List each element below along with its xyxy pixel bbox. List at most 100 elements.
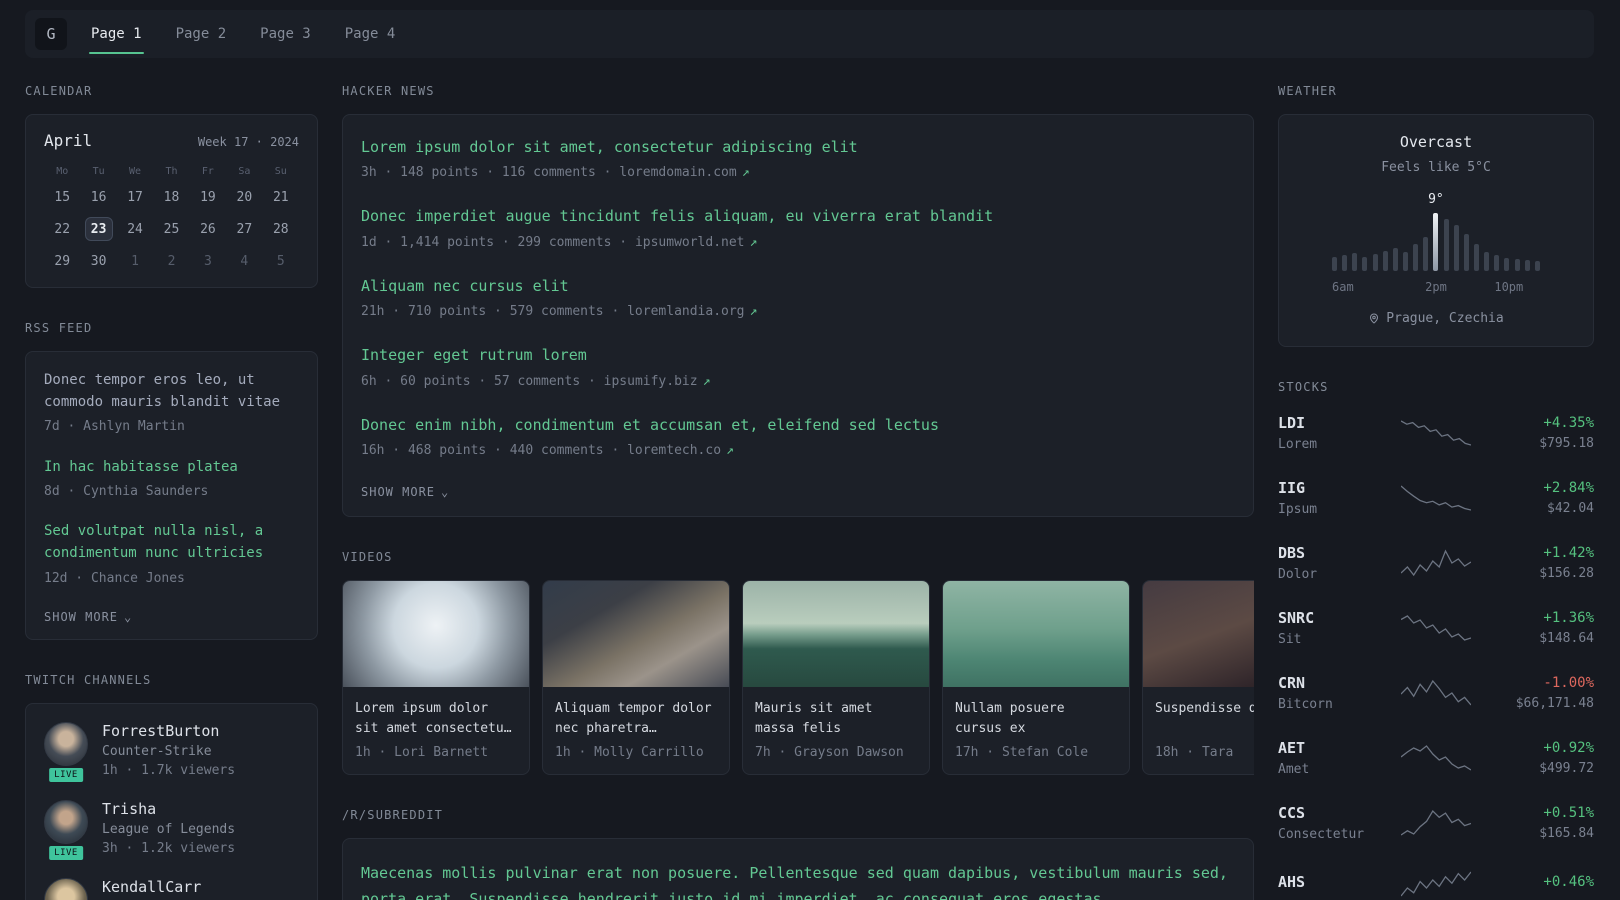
tab-page-1[interactable]: Page 1 (89, 10, 144, 58)
stock-sparkline (1374, 548, 1498, 578)
weather-bar (1494, 255, 1500, 271)
stock-id: DBS Dolor (1278, 544, 1374, 582)
hn-item-source-link[interactable]: ipsumify.biz (604, 374, 711, 389)
tab-page-4[interactable]: Page 4 (343, 10, 398, 58)
topbar: G Page 1 Page 2 Page 3 Page 4 (25, 10, 1594, 58)
hn-item-domain: loremtech.co (627, 443, 722, 458)
hn-item-title[interactable]: Donec enim nibh, condimentum et accumsan… (361, 414, 1235, 437)
rss-item: Sed volutpat nulla nisl, a condimentum n… (44, 521, 299, 588)
weather-bar (1423, 237, 1429, 271)
stock-values: +1.42% $156.28 (1498, 545, 1594, 581)
twitch-channel-viewers: 1h · 1.7k viewers (102, 763, 236, 778)
twitch-avatar: LIVE (44, 800, 88, 862)
stock-row[interactable]: CRN Bitcorn -1.00% $66,171.48 (1278, 674, 1594, 712)
video-card[interactable]: Suspendisse diam 18h · Tara (1142, 580, 1254, 776)
calendar-month: April (44, 131, 93, 150)
sparkline-svg (1401, 871, 1471, 897)
weather-bar (1372, 254, 1378, 271)
stock-row[interactable]: SNRC Sit +1.36% $148.64 (1278, 609, 1594, 647)
stock-row[interactable]: DBS Dolor +1.42% $156.28 (1278, 544, 1594, 582)
video-card-body: Nullam posuere cursus ex 17h · Stefan Co… (943, 687, 1129, 774)
video-card[interactable]: Mauris sit amet massa felis 7h · Grayson… (742, 580, 930, 776)
left-column: CALENDAR April Week 17 · 2024 Mo Tu We T… (25, 84, 318, 900)
stock-change: +1.42% (1543, 545, 1594, 561)
location-pin-icon (1370, 313, 1379, 324)
live-badge: LIVE (47, 766, 85, 784)
stock-row[interactable]: LDI Lorem +4.35% $795.18 (1278, 414, 1594, 452)
video-card[interactable]: Lorem ipsum dolor sit amet consectetu… 1… (342, 580, 530, 776)
stock-values: -1.00% $66,171.48 (1498, 675, 1594, 711)
hn-item-title[interactable]: Aliquam nec cursus elit (361, 275, 1235, 298)
weather-bar (1402, 252, 1408, 271)
avatar (44, 878, 88, 900)
calendar-grid: Mo Tu We Th Fr Sa Su 15 16 17 18 19 20 2… (44, 166, 299, 273)
calendar-day: 15 (54, 189, 71, 205)
weather-bar (1342, 255, 1348, 271)
hn-item-stats: 3h · 148 points · 116 comments · (361, 165, 620, 181)
hn-item-source-link[interactable]: ipsumworld.net (635, 235, 757, 250)
hn-item-source-link[interactable]: loremtech.co (627, 443, 734, 458)
stock-row[interactable]: AHS +0.46% (1278, 869, 1594, 899)
calendar-day: 29 (54, 253, 71, 269)
stock-ticker: DBS (1278, 544, 1306, 562)
rss-item-title[interactable]: In hac habitasse platea (44, 457, 299, 479)
stock-name: Ipsum (1278, 502, 1318, 517)
rss-show-more-button[interactable]: SHOW MORE (44, 608, 132, 624)
twitch-widget: LIVE ForrestBurton Counter-Strike 1h · 1… (25, 703, 318, 900)
video-card[interactable]: Nullam posuere cursus ex 17h · Stefan Co… (942, 580, 1130, 776)
hn-item: Donec imperdiet augue tincidunt felis al… (361, 205, 1235, 251)
stock-sparkline (1374, 678, 1498, 708)
rss-item: In hac habitasse platea 8d · Cynthia Sau… (44, 457, 299, 502)
hn-show-more-button[interactable]: SHOW MORE (361, 483, 449, 499)
video-thumbnail (943, 581, 1129, 688)
twitch-channel[interactable]: LIVE KendallCarr (44, 878, 299, 900)
calendar-title-row: April Week 17 · 2024 (44, 131, 299, 150)
calendar-day: 30 (90, 253, 107, 269)
weather-time-label: 2pm (1425, 280, 1447, 294)
stock-change: +0.92% (1543, 740, 1594, 756)
video-thumbnail (743, 581, 929, 688)
stock-ticker: AET (1278, 739, 1306, 757)
calendar-day-next-month: 2 (167, 253, 176, 269)
hn-item-title[interactable]: Lorem ipsum dolor sit amet, consectetur … (361, 136, 1235, 159)
hn-item-source-link[interactable]: loremlandia.org (627, 304, 757, 319)
subreddit-post-title[interactable]: Maecenas mollis pulvinar erat non posuer… (361, 860, 1235, 900)
stock-price: $66,171.48 (1515, 696, 1594, 711)
stocks-header: STOCKS (1278, 380, 1329, 394)
hn-item-domain: ipsumify.biz (603, 373, 698, 389)
weather-bar (1362, 257, 1368, 271)
video-card-body: Mauris sit amet massa felis 7h · Grayson… (743, 687, 929, 774)
video-card-body: Suspendisse diam 18h · Tara (1143, 687, 1254, 774)
tab-page-2[interactable]: Page 2 (174, 10, 229, 58)
video-card[interactable]: Aliquam tempor dolor nec pharetra… 1h · … (542, 580, 730, 776)
hn-item-source-link[interactable]: loremdomain.com (619, 165, 749, 180)
twitch-channel-info: ForrestBurton Counter-Strike 1h · 1.7k v… (102, 722, 235, 778)
calendar-dow: Sa (238, 166, 251, 177)
twitch-channel[interactable]: LIVE ForrestBurton Counter-Strike 1h · 1… (44, 722, 299, 784)
external-link-icon (698, 374, 711, 389)
app-logo[interactable]: G (35, 18, 67, 50)
hn-item-stats: 16h · 468 points · 440 comments · (361, 443, 628, 458)
stock-values: +0.46% (1498, 874, 1594, 895)
rss-item: Donec tempor eros leo, ut commodo mauris… (44, 370, 299, 437)
rss-item-title[interactable]: Sed volutpat nulla nisl, a condimentum n… (44, 521, 299, 564)
hn-item-domain: loremdomain.com (619, 165, 737, 181)
stock-row[interactable]: IIG Ipsum +2.84% $42.04 (1278, 479, 1594, 517)
hn-item-title[interactable]: Integer eget rutrum lorem (361, 344, 1235, 367)
video-thumbnail (1143, 581, 1254, 688)
stock-price: $499.72 (1539, 761, 1594, 776)
twitch-channel-viewers: 3h · 1.2k viewers (102, 841, 236, 856)
stock-row[interactable]: AET Amet +0.92% $499.72 (1278, 739, 1594, 777)
hn-item-stats: 1d · 1,414 points · 299 comments · (361, 234, 635, 250)
twitch-channel-game: Counter-Strike (102, 744, 212, 759)
stock-row[interactable]: CCS Consectetur +0.51% $165.84 (1278, 804, 1594, 842)
weather-bar (1473, 244, 1479, 271)
weather-bar (1514, 259, 1520, 271)
rss-item-title[interactable]: Donec tempor eros leo, ut commodo mauris… (44, 370, 299, 413)
twitch-channel[interactable]: LIVE Trisha League of Legends 3h · 1.2k … (44, 800, 299, 862)
stock-change: +4.35% (1543, 415, 1594, 431)
video-title: Lorem ipsum dolor sit amet consectetu… (355, 701, 512, 737)
hn-item-title[interactable]: Donec imperdiet augue tincidunt felis al… (361, 205, 1235, 228)
right-column: WEATHER Overcast Feels like 5°C 9° 6am 2… (1278, 84, 1594, 900)
tab-page-3[interactable]: Page 3 (258, 10, 313, 58)
